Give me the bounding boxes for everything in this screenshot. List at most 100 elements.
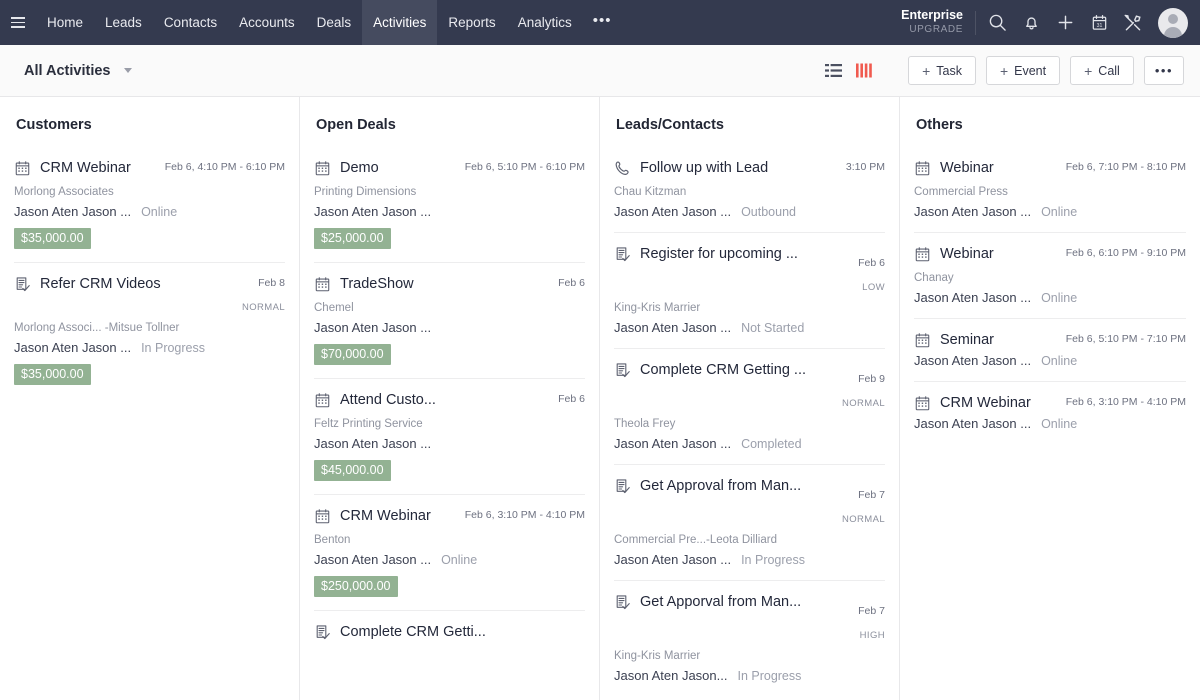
activity-card[interactable]: CRM Webinar Feb 6, 4:10 PM - 6:10 PM Morlo… xyxy=(14,147,285,264)
nav-item-activities[interactable]: Activities xyxy=(362,0,438,45)
card-title[interactable]: Webinar xyxy=(940,159,1066,177)
card-owner-row: Jason Aten Jason ... xyxy=(314,320,585,335)
card-company: Chemel xyxy=(314,302,354,315)
card-title[interactable]: TradeShow xyxy=(340,275,558,293)
activity-card[interactable]: Get Approval from Man... Feb 7 NORMAL Comme… xyxy=(614,465,885,581)
card-owner-row: Jason Aten Jason ... Online xyxy=(914,204,1186,219)
card-meta: Feb 6, 5:10 PM - 6:10 PM xyxy=(465,159,585,173)
activity-card[interactable]: Refer CRM Videos Feb 8 NORMAL Morlong Assoc… xyxy=(14,263,285,398)
card-header: CRM Webinar Feb 6, 3:10 PM - 4:10 PM xyxy=(314,507,585,525)
nav-item-contacts[interactable]: Contacts xyxy=(153,0,228,45)
nav-item-analytics[interactable]: Analytics xyxy=(507,0,583,45)
activity-card[interactable]: Complete CRM Getti... xyxy=(314,611,585,655)
activity-card[interactable]: Webinar Feb 6, 6:10 PM - 9:10 PM Chanay Jas… xyxy=(914,233,1186,320)
card-meta: Feb 6, 3:10 PM - 4:10 PM xyxy=(1066,394,1186,408)
card-owner: Jason Aten Jason ... xyxy=(14,340,132,355)
card-owner: Jason Aten Jason ... xyxy=(314,204,432,220)
main-nav: Home Leads Contacts Accounts Deals Activities… xyxy=(36,0,583,45)
card-title[interactable]: Get Apporval from Man... xyxy=(640,593,858,611)
card-header: CRM Webinar Feb 6, 4:10 PM - 6:10 PM xyxy=(14,159,285,177)
card-title[interactable]: Register for upcoming ... xyxy=(640,245,858,263)
card-title[interactable]: Complete CRM Getting ... xyxy=(640,361,842,379)
card-title[interactable]: Follow up with Lead xyxy=(640,159,846,177)
card-title[interactable]: CRM Webinar xyxy=(40,159,165,177)
task-icon xyxy=(614,245,640,264)
card-priority: NORMAL xyxy=(841,398,885,409)
activity-card[interactable]: TradeShow Feb 6 Chemel Jason Aten Jason ...… xyxy=(314,263,585,380)
nav-item-leads[interactable]: Leads xyxy=(94,0,153,45)
card-title[interactable]: Get Approval from Man... xyxy=(640,477,842,495)
card-amount-badge: $35,000.00 xyxy=(14,228,91,250)
card-priority: NORMAL xyxy=(241,302,285,314)
card-header: Follow up with Lead 3:10 PM xyxy=(614,159,885,177)
activity-card[interactable]: Attend Custo... Feb 6 Feltz Printing Servi… xyxy=(314,379,585,496)
card-meta: Feb 7 HIGH xyxy=(858,593,885,641)
card-title[interactable]: CRM Webinar xyxy=(340,507,465,525)
card-owner: Jason Aten Jason ... xyxy=(614,435,732,451)
nav-item-reports[interactable]: Reports xyxy=(437,0,506,45)
card-date: Feb 6 xyxy=(558,277,585,290)
card-owner: Jason Aten Jason ... xyxy=(914,353,1032,369)
create-call-button[interactable]: + Call xyxy=(1070,56,1134,85)
nav-item-home[interactable]: Home xyxy=(36,0,94,45)
card-owner: Jason Aten Jason ... xyxy=(314,320,432,336)
card-title[interactable]: Demo xyxy=(340,159,465,177)
search-icon[interactable] xyxy=(980,0,1014,45)
column-title: Leads/Contacts xyxy=(616,117,724,133)
create-buttons: + Task + Event + Call xyxy=(898,56,1134,85)
card-owner: Jason Aten Jason ... xyxy=(314,436,432,452)
card-status: Online xyxy=(1041,291,1078,306)
activity-card[interactable]: Register for upcoming ... Feb 6 LOW King-Kr… xyxy=(614,233,885,349)
activity-card[interactable]: CRM Webinar Feb 6, 3:10 PM - 4:10 PM Bento… xyxy=(314,495,585,612)
card-list: Webinar Feb 6, 7:10 PM - 8:10 PM Commercia… xyxy=(914,147,1186,444)
activity-card[interactable]: Seminar Feb 6, 5:10 PM - 7:10 PM Jason Ate… xyxy=(914,319,1186,383)
plan-info[interactable]: Enterprise UPGRADE xyxy=(901,8,963,36)
notifications-bell-icon[interactable] xyxy=(1014,0,1048,45)
list-view-icon[interactable] xyxy=(825,63,843,78)
card-owner: Jason Aten Jason ... xyxy=(914,416,1032,432)
svg-text:31: 31 xyxy=(1096,23,1102,29)
card-title[interactable]: CRM Webinar xyxy=(940,394,1066,412)
activity-card[interactable]: Get Apporval from Man... Feb 7 HIGH King-Kr… xyxy=(614,581,885,696)
toolbar-actions: + Task + Event + Call ••• xyxy=(825,56,1184,85)
card-title[interactable]: Refer CRM Videos xyxy=(40,275,242,293)
user-avatar[interactable] xyxy=(1158,7,1188,38)
navbar-right: Enterprise UPGRADE 31 xyxy=(901,0,1188,45)
toolbar-more-button[interactable]: ••• xyxy=(1143,56,1184,85)
view-selector[interactable]: All Activities xyxy=(24,63,132,79)
activity-card[interactable]: CRM Webinar Feb 6, 3:10 PM - 4:10 PM Jason… xyxy=(914,382,1186,444)
card-status: Outbound xyxy=(741,205,796,220)
card-meta: Feb 6 xyxy=(558,275,585,289)
card-title[interactable]: Attend Custo... xyxy=(340,391,558,409)
phone-icon xyxy=(614,159,640,177)
card-company: Benton xyxy=(314,534,351,547)
card-header: CRM Webinar Feb 6, 3:10 PM - 4:10 PM xyxy=(914,394,1186,412)
add-icon[interactable] xyxy=(1048,0,1082,45)
card-owner-row: Jason Aten Jason ... Outbound xyxy=(614,204,885,219)
create-task-button[interactable]: + Task xyxy=(908,56,976,85)
setup-tools-icon[interactable] xyxy=(1116,0,1150,45)
activity-card[interactable]: Complete CRM Getting ... Feb 9 NORMAL Theol… xyxy=(614,349,885,465)
card-meta: Feb 7 NORMAL xyxy=(842,477,885,525)
card-date: Feb 9 xyxy=(858,373,885,385)
nav-item-accounts[interactable]: Accounts xyxy=(228,0,306,45)
card-header: Webinar Feb 6, 6:10 PM - 9:10 PM xyxy=(914,245,1186,263)
hamburger-menu-icon[interactable] xyxy=(0,0,36,45)
activity-card[interactable]: Webinar Feb 6, 7:10 PM - 8:10 PM Commercia… xyxy=(914,147,1186,234)
board-column-customers: Customers CRM Webinar Feb 6, 4:10 PM - 6:1… xyxy=(0,97,300,700)
nav-item-deals[interactable]: Deals xyxy=(306,0,363,45)
card-title[interactable]: Complete CRM Getti... xyxy=(340,623,585,641)
create-event-button[interactable]: + Event xyxy=(985,56,1061,85)
kanban-view-icon[interactable] xyxy=(856,63,872,78)
view-selector-label: All Activities xyxy=(24,62,111,79)
card-title[interactable]: Seminar xyxy=(940,331,1066,349)
card-list: CRM Webinar Feb 6, 4:10 PM - 6:10 PM Morlo… xyxy=(14,147,285,398)
activity-card[interactable]: Demo Feb 6, 5:10 PM - 6:10 PM Printing Dim… xyxy=(314,147,585,264)
card-owner-row: Jason Aten Jason ... Online xyxy=(914,416,1186,431)
nav-more-icon[interactable]: ••• xyxy=(583,0,622,45)
activity-card[interactable]: Follow up with Lead 3:10 PM Chau Kitzman Ja… xyxy=(614,147,885,234)
card-status: Online xyxy=(441,553,478,568)
card-title[interactable]: Webinar xyxy=(940,245,1066,263)
calendar-icon[interactable]: 31 xyxy=(1082,0,1116,45)
card-date: Feb 6, 6:10 PM - 9:10 PM xyxy=(1065,247,1186,260)
